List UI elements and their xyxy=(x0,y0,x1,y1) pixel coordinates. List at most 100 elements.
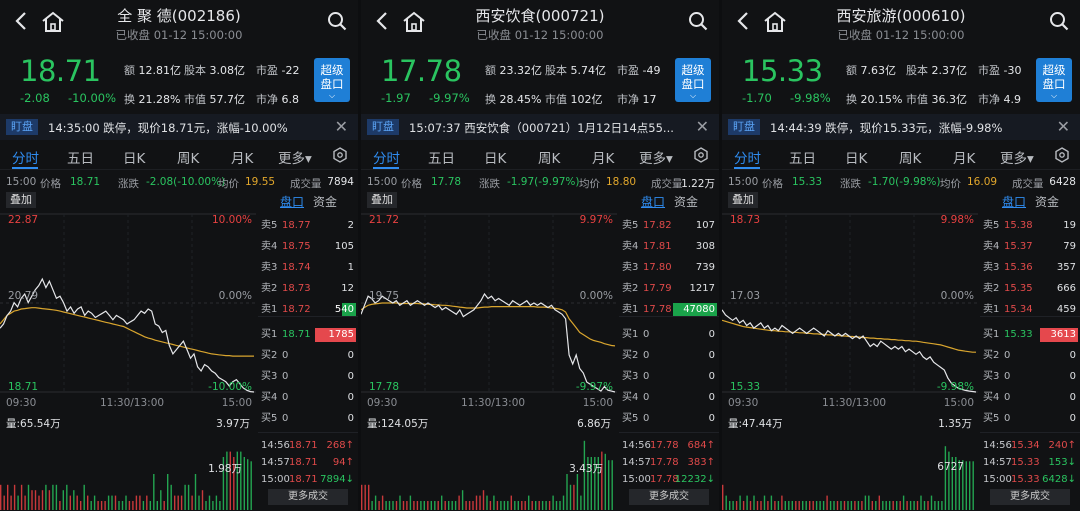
tab-monthly-k[interactable]: 月K xyxy=(231,147,253,167)
volume-bar xyxy=(45,484,47,510)
tab-capital[interactable]: 资金 xyxy=(674,193,698,210)
tab-daily-k[interactable]: 日K xyxy=(845,147,867,167)
tab-five-day[interactable]: 五日 xyxy=(67,147,94,167)
x-close-label: 15:00 xyxy=(221,397,252,409)
row-label: 买3 xyxy=(983,371,1000,382)
alert-bar[interactable]: 盯盘 14:44:39 跌停，现价15.33元，涨幅-9.98% ✕ xyxy=(722,114,1080,140)
tab-orderbook[interactable]: 盘口 xyxy=(280,193,304,210)
volume-bar xyxy=(409,495,412,510)
row-price: 0 xyxy=(282,350,289,361)
tab-daily-k[interactable]: 日K xyxy=(123,147,145,167)
close-icon[interactable]: ✕ xyxy=(696,117,709,136)
tab-weekly-k[interactable]: 周K xyxy=(899,147,921,167)
row-label: 卖5 xyxy=(622,220,639,231)
tab-capital[interactable]: 资金 xyxy=(313,193,337,210)
tick-qty: 94↑ xyxy=(332,457,354,468)
volume-bar xyxy=(916,501,919,510)
settings-hexagon-icon[interactable] xyxy=(1054,147,1070,163)
y-high-pct-label: 9.97% xyxy=(579,214,613,226)
metric-label: 市值 xyxy=(545,93,567,106)
intraday-chart[interactable]: 21.72 9.97% 19.75 0.00% 17.78 -9.97% 09:… xyxy=(361,210,617,410)
tick-price: 15.34 xyxy=(1011,440,1040,451)
alert-bar[interactable]: 盯盘 15:07:37 西安饮食（000721）1月12日14点55... ✕ xyxy=(361,114,719,140)
volume-bar xyxy=(448,501,450,510)
info-price: 17.78 xyxy=(431,176,462,188)
volume-bar xyxy=(121,501,124,510)
y-mid-label: 19.75 xyxy=(369,290,400,302)
tab-intraday[interactable]: 分时 xyxy=(734,147,761,167)
volume-bar xyxy=(427,501,429,510)
tab-weekly-k[interactable]: 周K xyxy=(538,147,560,167)
volume-bar xyxy=(66,484,68,510)
settings-hexagon-icon[interactable] xyxy=(332,147,348,163)
avg-price-line xyxy=(0,307,254,357)
volume-bar xyxy=(437,501,439,510)
row-label: 卖3 xyxy=(983,262,1000,273)
overlay-button[interactable]: 叠加 xyxy=(6,192,36,208)
metric-value: 5.74亿 xyxy=(570,64,607,77)
tab-monthly-k[interactable]: 月K xyxy=(592,147,614,167)
metric-label: 市值 xyxy=(906,93,928,106)
metric-value: -30 xyxy=(1003,64,1022,77)
tab-more[interactable]: 更多▾ xyxy=(639,147,673,167)
super-orderbook-button[interactable]: 超级 盘口 ⌵ xyxy=(1036,58,1072,102)
tab-more[interactable]: 更多▾ xyxy=(278,147,312,167)
tab-more[interactable]: 更多▾ xyxy=(1000,147,1034,167)
close-icon[interactable]: ✕ xyxy=(335,117,348,136)
more-trades-button[interactable]: 更多成交 xyxy=(629,489,709,505)
super-button-line2: 盘口 xyxy=(1042,77,1066,91)
volume-bar xyxy=(153,474,155,510)
metric-label: 换 xyxy=(846,93,857,106)
metric-label: 市净 xyxy=(256,93,278,106)
volume-bar xyxy=(920,495,922,510)
volume-bar xyxy=(812,501,814,510)
tick-time: 15:00 xyxy=(983,474,1012,485)
volume-bar xyxy=(889,501,891,510)
volume-total-label: 量:65.54万 xyxy=(6,418,61,430)
row-qty: 0 xyxy=(1069,413,1076,424)
volume-bar xyxy=(69,495,71,510)
close-icon[interactable]: ✕ xyxy=(1057,117,1070,136)
tick-time: 15:00 xyxy=(622,474,651,485)
intraday-chart[interactable]: 22.87 10.00% 20.79 0.00% 18.71 -10.00% 0… xyxy=(0,210,256,410)
alert-bar[interactable]: 盯盘 14:35:00 跌停，现价18.71元，涨幅-10.00% ✕ xyxy=(0,114,358,140)
super-orderbook-button[interactable]: 超级 盘口 ⌵ xyxy=(314,58,350,102)
tab-intraday[interactable]: 分时 xyxy=(373,147,400,167)
tab-five-day[interactable]: 五日 xyxy=(428,147,455,167)
row-price: 0 xyxy=(643,371,650,382)
tab-capital[interactable]: 资金 xyxy=(1035,193,1059,210)
tab-intraday[interactable]: 分时 xyxy=(12,147,39,167)
search-icon[interactable] xyxy=(1048,10,1070,32)
trade-tick-row: 14:57 17.78 383↑ xyxy=(619,454,719,471)
price-line xyxy=(722,309,977,393)
search-icon[interactable] xyxy=(687,10,709,32)
tab-five-day[interactable]: 五日 xyxy=(789,147,816,167)
super-orderbook-button[interactable]: 超级 盘口 ⌵ xyxy=(675,58,711,102)
tab-monthly-k[interactable]: 月K xyxy=(953,147,975,167)
row-price: 0 xyxy=(643,350,650,361)
tick-qty: 12232↓ xyxy=(674,474,715,485)
metric-label: 股本 xyxy=(545,64,567,77)
volume-bar xyxy=(930,495,933,510)
intraday-chart[interactable]: 18.73 9.98% 17.03 0.00% 15.33 -9.98% 09:… xyxy=(722,210,978,410)
row-label: 卖3 xyxy=(622,262,639,273)
settings-hexagon-icon[interactable] xyxy=(693,147,709,163)
volume-bar xyxy=(17,495,19,510)
tab-orderbook[interactable]: 盘口 xyxy=(641,193,665,210)
tab-orderbook[interactable]: 盘口 xyxy=(1002,193,1026,210)
volume-bar xyxy=(149,501,151,510)
volume-bar xyxy=(784,501,786,510)
volume-bar xyxy=(406,501,408,510)
tab-daily-k[interactable]: 日K xyxy=(484,147,506,167)
row-price: 15.37 xyxy=(1004,241,1033,252)
search-icon[interactable] xyxy=(326,10,348,32)
tab-weekly-k[interactable]: 周K xyxy=(177,147,199,167)
overlay-button[interactable]: 叠加 xyxy=(728,192,758,208)
overlay-button[interactable]: 叠加 xyxy=(367,192,397,208)
x-mid-label: 11:30/13:00 xyxy=(100,397,165,409)
more-trades-button[interactable]: 更多成交 xyxy=(268,489,348,505)
volume-bar xyxy=(562,495,565,510)
more-trades-button[interactable]: 更多成交 xyxy=(990,489,1070,505)
row-price: 0 xyxy=(1004,371,1011,382)
volume-chart: 量:47.44万 1.35万 6727 xyxy=(722,410,978,511)
